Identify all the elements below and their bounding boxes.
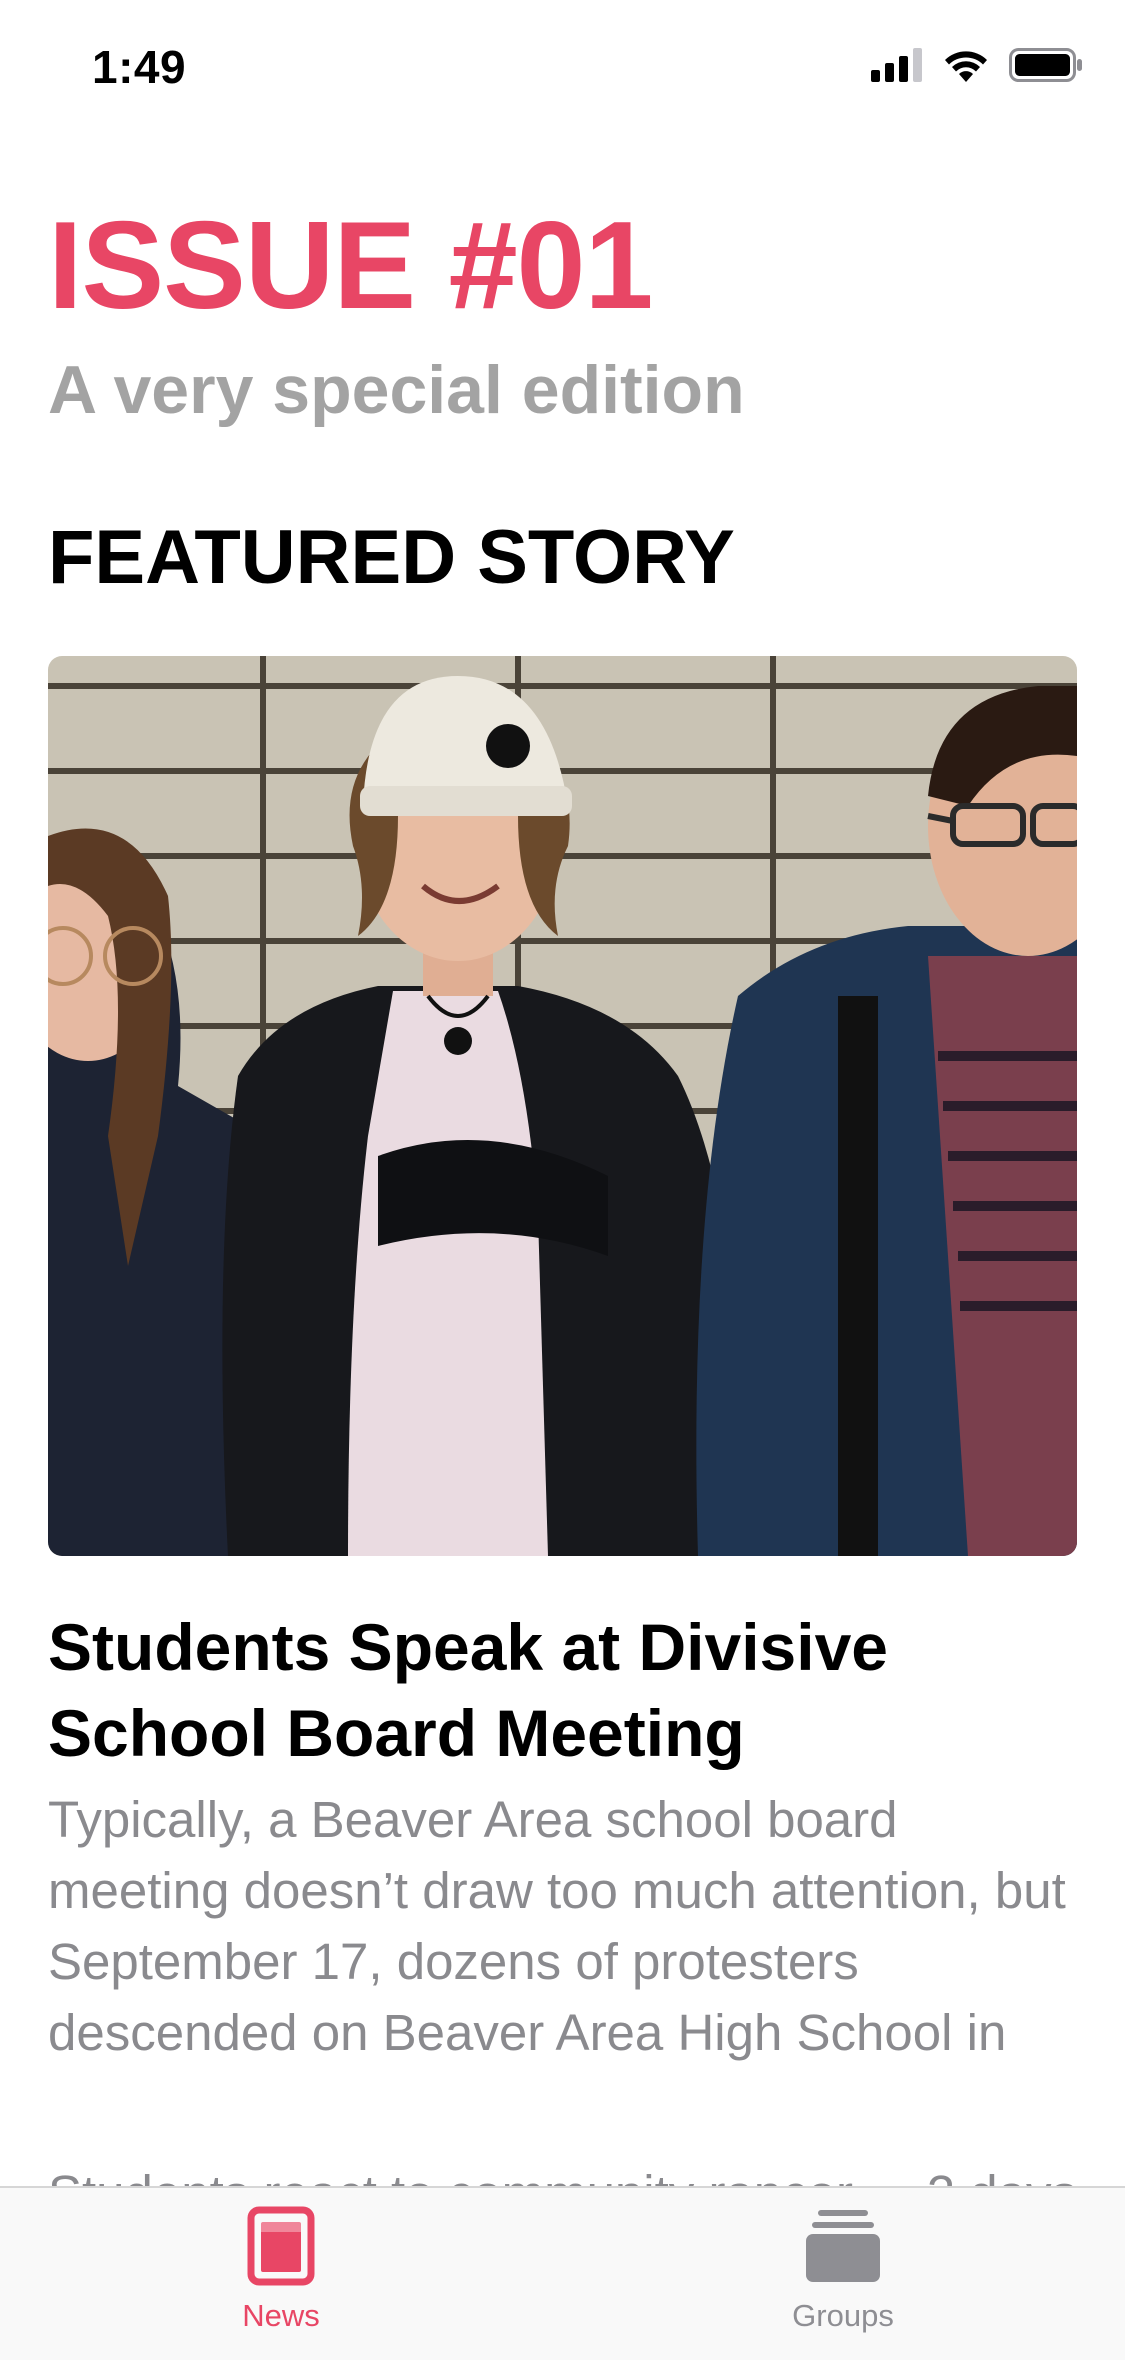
status-icons bbox=[871, 48, 1083, 82]
news-icon bbox=[247, 2206, 315, 2286]
issue-subtitle: A very special edition bbox=[48, 352, 745, 428]
story-excerpt: Typically, a Beaver Area school board me… bbox=[48, 1791, 1066, 2061]
tab-bar: News Groups bbox=[0, 2186, 1125, 2360]
app-screen: 1:49 ISSUE #01 A very special edition FE… bbox=[0, 0, 1125, 2360]
status-time: 1:49 bbox=[92, 41, 187, 93]
status-bar: 1:49 bbox=[0, 0, 1125, 132]
tab-groups[interactable]: Groups bbox=[743, 2206, 943, 2334]
groups-icon bbox=[806, 2210, 880, 2282]
issue-title: ISSUE #01 bbox=[48, 197, 653, 335]
featured-story-image[interactable] bbox=[48, 656, 1077, 1556]
story-title[interactable]: Students Speak at Divisive School Board … bbox=[48, 1604, 1078, 1776]
featured-section-heading: FEATURED STORY bbox=[48, 515, 735, 600]
battery-icon bbox=[1009, 48, 1082, 82]
tab-news-label: News bbox=[242, 2298, 320, 2333]
wifi-icon bbox=[945, 51, 987, 82]
tab-news[interactable]: News bbox=[181, 2206, 381, 2334]
photo-of-three-students-icon bbox=[48, 656, 1077, 1556]
tab-groups-label: Groups bbox=[792, 2298, 894, 2333]
cellular-signal-icon bbox=[871, 48, 922, 82]
